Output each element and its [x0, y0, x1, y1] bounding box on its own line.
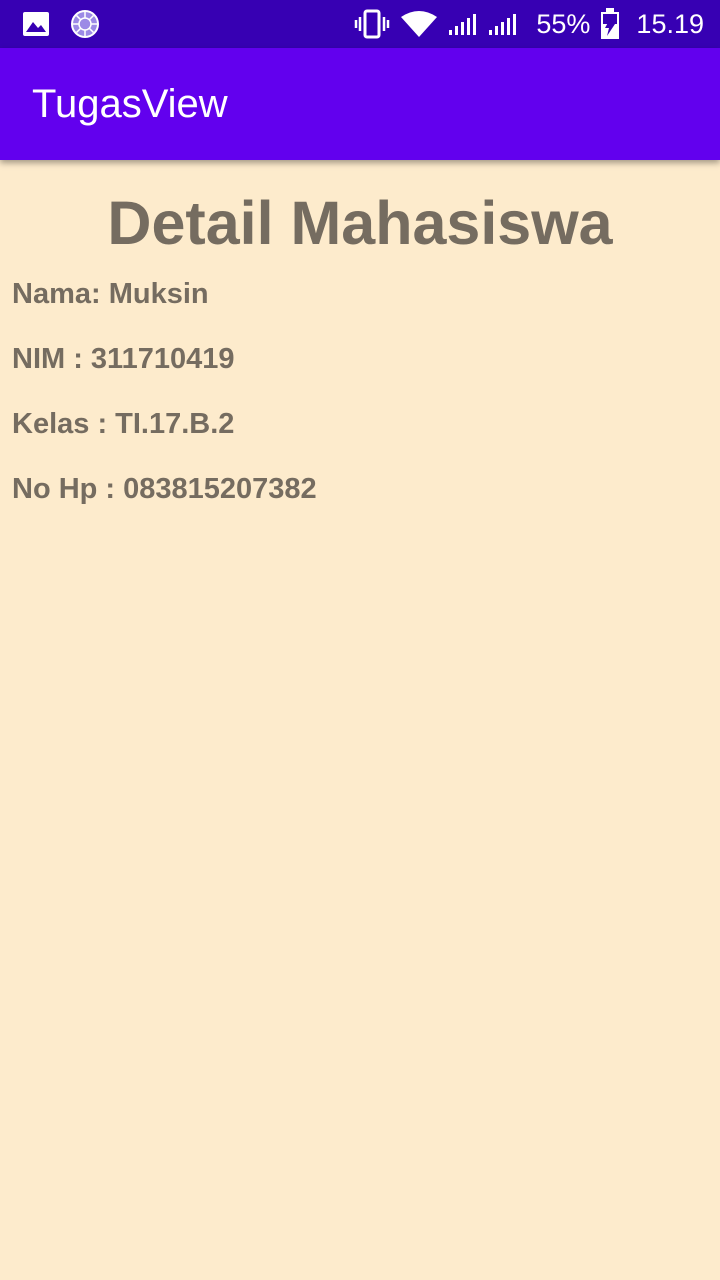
app-title: TugasView [32, 81, 228, 126]
status-left [22, 9, 100, 39]
vibrate-icon [354, 9, 390, 39]
wifi-icon [400, 9, 438, 39]
student-nim-text: NIM : 311710419 [12, 343, 235, 375]
battery-percent: 55% [536, 8, 591, 39]
student-name-text: Nama: Muksin [12, 278, 209, 310]
battery-charging-icon [600, 8, 620, 40]
app-bar: TugasView [0, 48, 720, 160]
clock: 15.19 [636, 8, 704, 39]
signal-icon [488, 12, 518, 36]
signal-icon [448, 12, 478, 36]
status-bar: 55% 15.19 [0, 0, 720, 48]
page-title: Detail Mahasiswa [107, 189, 613, 257]
student-class-text: Kelas : TI.17.B.2 [12, 408, 235, 440]
screen: 55% 15.19 TugasView Detail Mahasiswa Nam… [0, 0, 720, 1280]
status-right: 55% 15.19 [354, 8, 704, 40]
image-icon [22, 10, 50, 38]
sync-icon [70, 9, 100, 39]
student-phone-text: No Hp : 083815207382 [12, 473, 317, 505]
